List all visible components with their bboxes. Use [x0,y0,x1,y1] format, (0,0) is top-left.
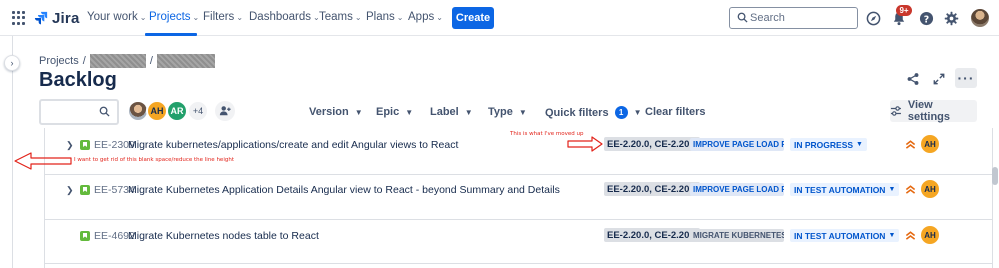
annotation-arrow-left-icon [14,152,72,170]
chevron-down-icon: ⌄ [436,13,443,22]
chevron-down-icon: ⌄ [139,13,147,22]
priority-high-icon [905,231,916,240]
priority-high-icon [905,185,916,194]
profile-avatar[interactable] [971,9,989,27]
view-settings-button[interactable]: View settings [890,99,977,123]
issue-summary[interactable]: Migrate kubernetes/applications/create a… [128,139,458,151]
issue-summary[interactable]: Migrate Kubernetes Application Details A… [128,184,560,196]
redacted-project-name[interactable] [89,54,146,68]
issue-row[interactable]: ❯ EE-5734 Migrate Kubernetes Application… [0,180,999,201]
more-assignees-button[interactable]: +4 [187,100,209,122]
backlog-search-input[interactable] [39,99,119,125]
chevron-down-icon: ▼ [354,107,363,117]
chevron-down-icon: ⌄ [192,13,200,22]
fix-version-lozenge[interactable]: EE-2.20.0, CE-2.20.0 [604,137,701,151]
breadcrumb-projects[interactable]: Projects [39,55,79,67]
breadcrumb-separator: / [82,55,86,67]
add-person-icon [219,106,231,116]
chevron-down-icon: ⌄ [236,13,244,22]
help-icon[interactable]: ? [917,9,935,27]
chevron-down-icon: ▼ [405,107,414,117]
row-divider [44,219,993,220]
label-filter[interactable]: Label ▼ [430,106,473,118]
chevron-down-icon: ⌄ [396,13,404,22]
chevron-right-icon: › [10,58,14,68]
create-button[interactable]: Create [452,7,494,29]
nav-teams[interactable]: Teams ⌄ [319,11,362,23]
active-tab-indicator [145,33,197,36]
jira-logo-icon [34,11,48,25]
status-dropdown[interactable]: IN TEST AUTOMATION ▼ [790,183,900,196]
story-icon [80,140,90,150]
nav-plans[interactable]: Plans ⌄ [366,11,403,23]
search-input[interactable]: Search [729,7,858,29]
share-icon[interactable] [904,70,922,88]
more-horizontal-icon: ··· [957,70,975,86]
issue-row[interactable]: ❯ EE-2309 Migrate kubernetes/application… [0,135,999,156]
assignee-filter-avatar-ah[interactable]: AH [146,100,168,122]
nav-filters[interactable]: Filters ⌄ [203,11,243,23]
status-dropdown[interactable]: IN TEST AUTOMATION ▼ [790,229,900,242]
chevron-down-icon: ⌄ [354,13,362,22]
version-filter[interactable]: Version ▼ [309,106,363,118]
issue-summary[interactable]: Migrate Kubernetes nodes table to React [128,230,319,242]
row-divider [44,263,993,264]
chevron-down-icon: ▼ [518,107,527,117]
priority-high-icon [905,140,916,149]
redacted-board-name[interactable] [156,54,215,68]
nav-apps[interactable]: Apps ⌄ [408,11,443,23]
annotation-arrow-right-icon [567,136,603,152]
chevron-down-icon: ▼ [888,186,896,193]
app-switcher-icon[interactable] [12,11,26,25]
expand-sidebar-button[interactable]: › [4,55,20,71]
type-filter[interactable]: Type ▼ [488,106,527,118]
epic-lozenge[interactable]: IMPROVE PAGE LOAD P... [690,138,784,151]
nav-projects[interactable]: Projects ⌄ [149,11,199,23]
nav-dashboards[interactable]: Dashboards ⌄ [249,11,320,23]
story-icon [80,185,90,195]
settings-gear-icon[interactable] [942,9,960,27]
assignee-avatar[interactable]: AH [921,135,939,153]
top-navigation: Jira Your work ⌄ Projects ⌄ Filters ⌄ Dashb… [0,0,999,36]
chevron-down-icon: ▼ [888,232,896,239]
status-dropdown[interactable]: IN PROGRESS ▼ [790,138,867,151]
assignee-avatar[interactable]: AH [921,226,939,244]
jira-logo[interactable]: Jira [34,9,80,27]
breadcrumb-separator: / [149,55,153,67]
add-people-button[interactable] [215,101,235,121]
chevron-down-icon: ▼ [633,108,642,117]
fix-version-lozenge[interactable]: EE-2.20.0, CE-2.20.0 [604,228,701,242]
svg-text:?: ? [923,14,928,25]
more-actions-button[interactable]: ··· [955,68,977,88]
breadcrumb: Projects / / [39,54,215,68]
fullscreen-icon[interactable] [930,70,948,88]
search-placeholder: Search [750,12,785,24]
epic-lozenge[interactable]: IMPROVE PAGE LOAD P... [690,183,784,196]
story-icon [80,231,90,241]
assignee-filter-avatar-ar[interactable]: AR [166,100,188,122]
epic-filter[interactable]: Epic ▼ [376,106,413,118]
search-icon [99,106,110,117]
issue-row[interactable]: EE-4692 Migrate Kubernetes nodes table t… [0,226,999,247]
quick-filters[interactable]: Quick filters 1 ▼ [545,106,642,119]
row-divider [44,174,993,175]
notification-badge: 9+ [896,5,912,16]
quick-filters-count: 1 [614,106,628,119]
chevron-down-icon: ▼ [856,141,863,148]
compass-icon[interactable] [864,9,882,27]
annotation-blank-space: I want to get rid of this blank space/re… [74,157,234,163]
jira-logo-text: Jira [52,9,80,27]
expand-chevron-icon[interactable]: ❯ [66,185,74,196]
page-title: Backlog [39,69,117,91]
chevron-down-icon: ▼ [464,107,473,117]
nav-your-work[interactable]: Your work ⌄ [87,11,146,23]
sliders-icon [890,106,901,116]
clear-filters-button[interactable]: Clear filters [645,106,706,118]
fix-version-lozenge[interactable]: EE-2.20.0, CE-2.20.0 [604,182,701,196]
expand-chevron-icon[interactable]: ❯ [66,140,74,151]
epic-lozenge[interactable]: MIGRATE KUBERNETES... [690,229,784,242]
assignee-avatar[interactable]: AH [921,180,939,198]
search-icon [737,12,748,23]
